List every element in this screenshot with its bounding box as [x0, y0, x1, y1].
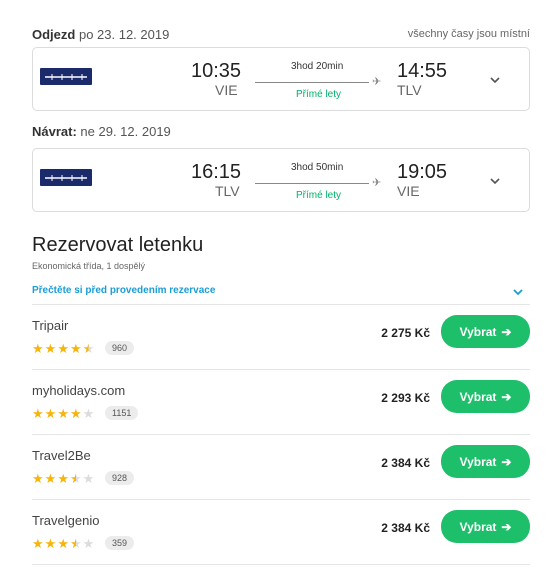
offer-price: 2 384 Kč [381, 521, 430, 535]
arrow-right-icon: ➔ [501, 454, 512, 469]
offer-price: 2 384 Kč [381, 456, 430, 470]
star-icon: ★ [57, 536, 69, 551]
direct-flight-label: Přímé lety [296, 190, 342, 201]
plane-icon: ✈ [372, 177, 382, 189]
airline-logo [40, 169, 92, 186]
star-empty-icon: ★ [82, 406, 95, 421]
select-button-label: Vybrat [459, 389, 497, 404]
provider-name: Travelgenio [32, 513, 100, 528]
return-label: Návrat: [32, 124, 77, 139]
star-icon: ★ [32, 536, 44, 551]
offer-row: Tripair ★ ★ ★ ★ ★ 960 2 275 Kč Vybrat ➔ [32, 304, 530, 369]
select-offer-button[interactable]: Vybrat ➔ [441, 380, 530, 413]
star-icon: ★ [57, 471, 69, 486]
return-header: Návrat: ne 29. 12. 2019 [32, 124, 171, 139]
route-line [255, 82, 369, 83]
select-offer-button[interactable]: Vybrat ➔ [441, 510, 530, 543]
select-offer-button[interactable]: Vybrat ➔ [441, 445, 530, 478]
outbound-header: Odjezd po 23. 12. 2019 [32, 27, 169, 42]
select-offer-button[interactable]: Vybrat ➔ [441, 315, 530, 348]
star-rating: ★ ★ ★ ★ ★ [32, 537, 94, 550]
star-icon: ★ [44, 406, 57, 421]
review-count: 928 [105, 471, 135, 485]
departure-airport: VIE [215, 82, 238, 98]
provider-name: myholidays.com [32, 383, 126, 398]
star-half-icon: ★ [69, 536, 82, 551]
route-line [255, 183, 369, 184]
provider-name: Tripair [32, 318, 69, 333]
offer-row: Travelgenio ★ ★ ★ ★ ★ 359 2 384 Kč Vybrat ➔ [32, 499, 530, 564]
star-empty-icon: ★ [82, 536, 95, 551]
chevron-down-icon[interactable] [489, 174, 501, 186]
flight-duration: 3hod 50min [291, 162, 344, 173]
return-date: ne 29. 12. 2019 [80, 124, 171, 139]
booking-title: Rezervovat letenku [32, 234, 204, 256]
offer-row: Travel2Be ★ ★ ★ ★ ★ 928 2 384 Kč Vybrat ➔ [32, 434, 530, 499]
chevron-down-icon[interactable] [512, 285, 524, 297]
outbound-date: po 23. 12. 2019 [78, 27, 170, 42]
flight-duration: 3hod 20min [291, 61, 344, 72]
offer-row: myholidays.com ★ ★ ★ ★ ★ 1151 2 293 Kč Vybra… [32, 369, 530, 434]
review-count: 960 [105, 341, 135, 355]
star-icon: ★ [44, 471, 57, 486]
star-half-icon: ★ [82, 341, 95, 356]
arrow-right-icon: ➔ [501, 324, 512, 339]
provider-name: Travel2Be [32, 448, 91, 463]
select-button-label: Vybrat [459, 519, 497, 534]
select-button-label: Vybrat [459, 324, 497, 339]
return-flight-card[interactable]: 16:15 TLV 3hod 50min ✈ Přímé lety 19:05 … [32, 148, 530, 212]
select-button-label: Vybrat [459, 454, 497, 469]
offer-price: 2 293 Kč [381, 391, 430, 405]
departure-airport: TLV [215, 183, 240, 199]
star-icon: ★ [44, 341, 57, 356]
departure-time: 16:15 [191, 161, 242, 183]
star-icon: ★ [32, 471, 44, 486]
arrival-time: 19:05 [397, 161, 448, 183]
airline-logo [40, 68, 92, 85]
arrow-right-icon: ➔ [501, 389, 512, 404]
arrival-airport: VIE [397, 183, 420, 199]
direct-flight-label: Přímé lety [296, 89, 342, 100]
booking-subtitle: Ekonomická třída, 1 dospělý [32, 261, 146, 271]
plane-icon: ✈ [372, 76, 382, 88]
star-half-icon: ★ [69, 471, 82, 486]
star-icon: ★ [69, 406, 82, 421]
star-icon: ★ [57, 341, 69, 356]
divider [32, 564, 530, 565]
star-rating: ★ ★ ★ ★ ★ [32, 472, 94, 485]
star-icon: ★ [32, 341, 44, 356]
read-before-booking-link[interactable]: Přečtěte si před provedením rezervace [32, 285, 215, 296]
review-count: 1151 [105, 406, 139, 420]
chevron-down-icon[interactable] [489, 73, 501, 85]
offer-price: 2 275 Kč [381, 326, 430, 340]
star-rating: ★ ★ ★ ★ ★ [32, 342, 94, 355]
arrival-time: 14:55 [397, 60, 448, 82]
arrow-right-icon: ➔ [501, 519, 512, 534]
star-rating: ★ ★ ★ ★ ★ [32, 407, 94, 420]
star-icon: ★ [32, 406, 44, 421]
star-icon: ★ [44, 536, 57, 551]
star-icon: ★ [57, 406, 69, 421]
outbound-label: Odjezd [32, 27, 76, 42]
outbound-flight-card[interactable]: 10:35 VIE 3hod 20min ✈ Přímé lety 14:55 … [32, 47, 530, 111]
arrival-airport: TLV [397, 82, 422, 98]
star-empty-icon: ★ [82, 471, 95, 486]
star-icon: ★ [69, 341, 82, 356]
review-count: 359 [105, 536, 135, 550]
departure-time: 10:35 [191, 60, 242, 82]
local-times-note: všechny časy jsou místní [407, 28, 530, 40]
